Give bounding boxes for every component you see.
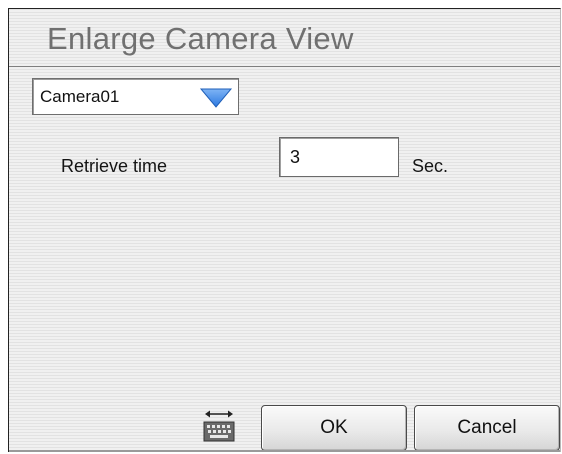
dropdown-arrow-icon[interactable] <box>199 87 233 109</box>
retrieve-time-input[interactable] <box>279 137 399 177</box>
cancel-button[interactable]: Cancel <box>414 405 560 451</box>
ok-button[interactable]: OK <box>261 405 407 451</box>
enlarge-camera-view-dialog: Enlarge Camera View Camera01 Retrieve ti… <box>8 8 561 452</box>
keyboard-icon <box>203 410 235 442</box>
keyboard-button[interactable] <box>199 405 239 449</box>
retrieve-time-label: Retrieve time <box>61 156 168 176</box>
dialog-title: Enlarge Camera View <box>47 21 354 56</box>
retrieve-time-unit-label: Sec. <box>412 156 449 176</box>
camera-select-value: Camera01 <box>40 87 120 106</box>
camera-select-dropdown[interactable]: Camera01 <box>32 78 239 115</box>
title-bar: Enlarge Camera View <box>9 9 560 67</box>
